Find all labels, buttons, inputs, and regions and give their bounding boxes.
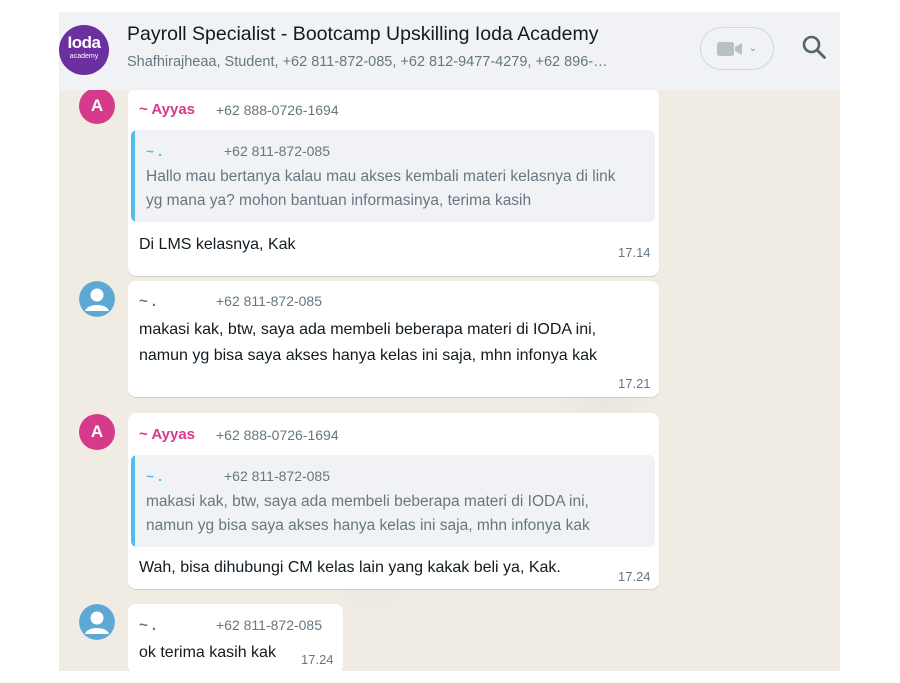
group-members[interactable]: Shafhirajheaa, Student, +62 811-872-085,… xyxy=(127,54,667,70)
sender-phone: +62 888-0726-1694 xyxy=(216,102,339,118)
default-avatar-icon[interactable] xyxy=(79,604,115,640)
sender-name[interactable]: ~ Ayyas xyxy=(139,426,195,443)
sender-avatar[interactable]: A xyxy=(79,414,115,450)
sender-name[interactable]: ~ Ayyas xyxy=(139,101,195,118)
quoted-text-line: Hallo mau bertanya kalau mau akses kemba… xyxy=(146,168,616,185)
chevron-down-icon: ⌄ xyxy=(748,42,758,54)
sender-name[interactable]: ~ . xyxy=(139,617,156,634)
message-bubble[interactable]: ~ . +62 811-872-085 makasi kak, btw, say… xyxy=(128,281,659,397)
message-bubble[interactable]: ~ Ayyas +62 888-0726-1694 ~ . +62 811-87… xyxy=(128,413,659,589)
person-icon xyxy=(79,604,115,640)
message-text: ok terima kasih kak xyxy=(139,644,276,661)
message-text: Di LMS kelasnya, Kak xyxy=(139,236,296,253)
message-text-line: namun yg bisa saya akses hanya kelas ini… xyxy=(139,347,598,364)
chat-window: Ioda academy Payroll Specialist - Bootca… xyxy=(59,12,840,671)
message-bubble[interactable]: ~ Ayyas +62 888-0726-1694 ~ . +62 811-87… xyxy=(128,88,659,276)
quoted-sender-phone: +62 811-872-085 xyxy=(224,468,330,484)
sender-phone: +62 811-872-085 xyxy=(216,617,322,633)
message-text: Wah, bisa dihubungi CM kelas lain yang k… xyxy=(139,559,561,576)
person-icon xyxy=(79,281,115,317)
quote-accent-bar xyxy=(131,130,135,222)
sender-phone: +62 811-872-085 xyxy=(216,293,322,309)
chat-header[interactable]: Ioda academy Payroll Specialist - Bootca… xyxy=(59,12,840,90)
group-logo-text: Ioda xyxy=(67,33,101,52)
group-title[interactable]: Payroll Specialist - Bootcamp Upskilling… xyxy=(127,23,598,46)
quote-accent-bar xyxy=(131,455,135,547)
video-call-button[interactable]: ⌄ xyxy=(700,27,774,70)
search-icon[interactable] xyxy=(801,34,827,60)
message-time: 17.21 xyxy=(618,376,651,391)
group-logo-subtext: academy xyxy=(69,53,99,60)
message-time: 17.14 xyxy=(618,245,651,260)
quoted-message[interactable]: ~ . +62 811-872-085 makasi kak, btw, say… xyxy=(131,455,655,547)
quoted-text-line: makasi kak, btw, saya ada membeli bebera… xyxy=(146,493,589,510)
message-time: 17.24 xyxy=(618,569,651,584)
group-avatar[interactable]: Ioda academy xyxy=(59,25,109,75)
quoted-sender-name: ~ . xyxy=(146,468,162,484)
sender-avatar[interactable]: A xyxy=(79,88,115,124)
quoted-sender-phone: +62 811-872-085 xyxy=(224,143,330,159)
message-time: 17.24 xyxy=(301,652,334,667)
message-text-line: makasi kak, btw, saya ada membeli bebera… xyxy=(139,321,597,338)
sender-name[interactable]: ~ . xyxy=(139,293,156,310)
quoted-text-line: namun yg bisa saya akses hanya kelas ini… xyxy=(146,517,590,534)
quoted-text-line: yg mana ya? mohon bantuan informasinya, … xyxy=(146,192,532,209)
quoted-sender-name: ~ . xyxy=(146,143,162,159)
sender-phone: +62 888-0726-1694 xyxy=(216,427,339,443)
message-bubble[interactable]: ~ . +62 811-872-085 ok terima kasih kak … xyxy=(128,604,343,671)
quoted-message[interactable]: ~ . +62 811-872-085 Hallo mau bertanya k… xyxy=(131,130,655,222)
default-avatar-icon[interactable] xyxy=(79,281,115,317)
video-camera-icon xyxy=(716,41,742,56)
